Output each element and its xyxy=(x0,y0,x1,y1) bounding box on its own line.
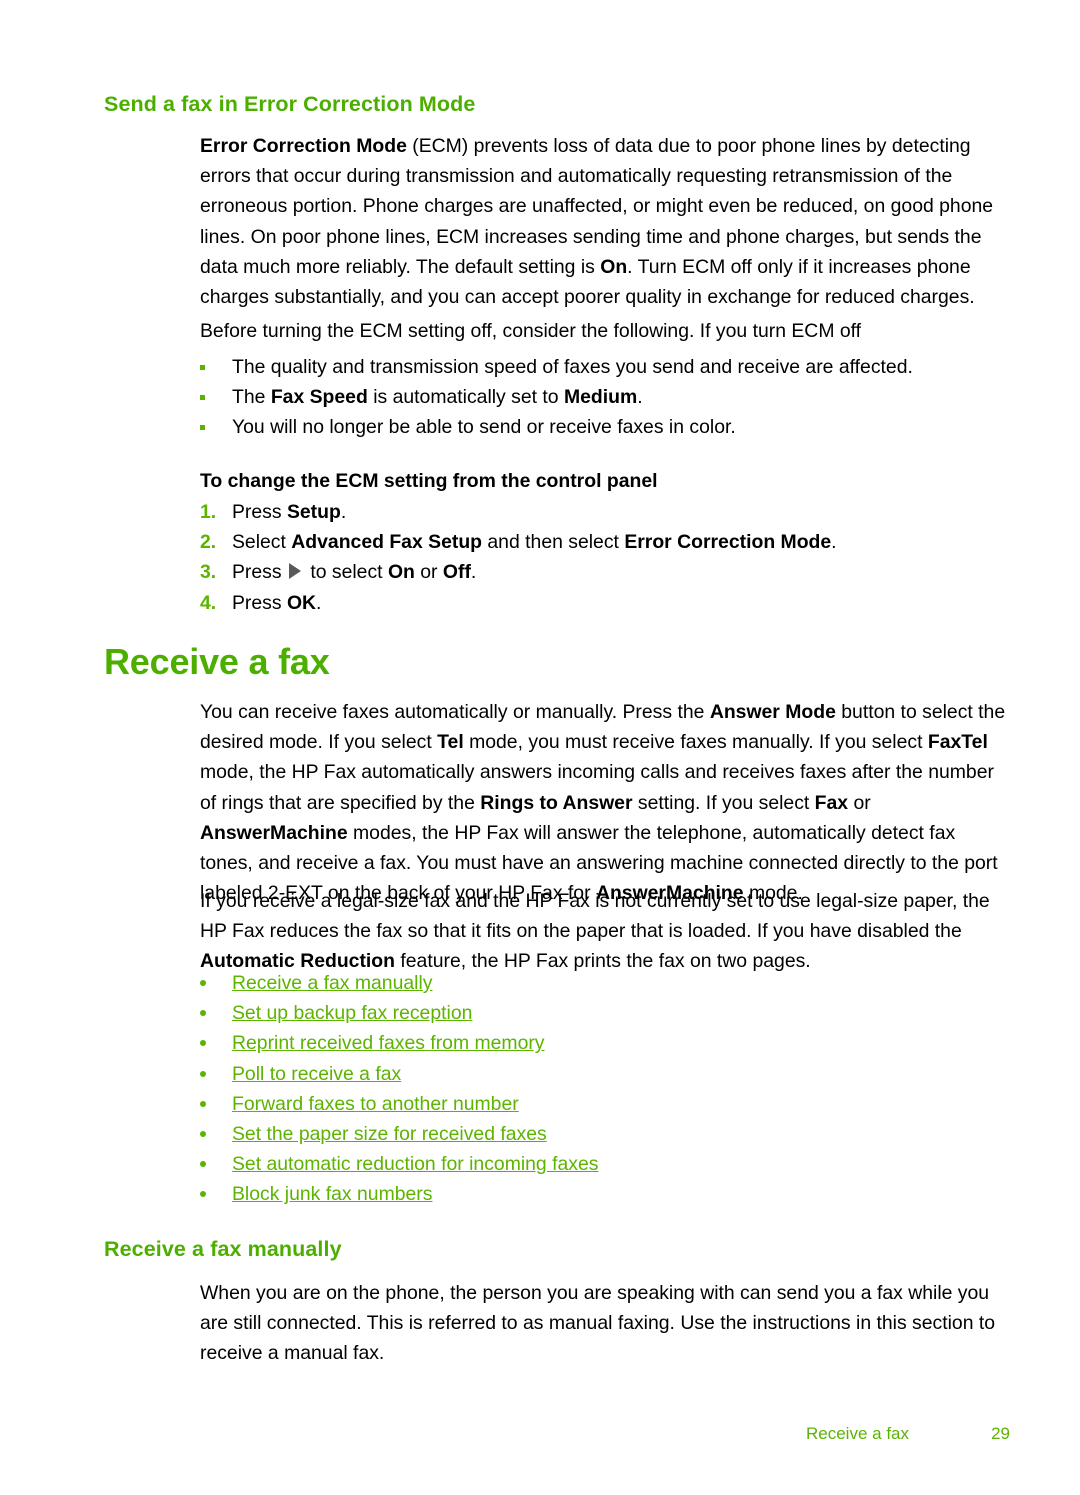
step-text-a: Press xyxy=(232,501,287,523)
bullet-bold-2: Medium xyxy=(563,386,638,409)
step-text-b: . xyxy=(340,501,347,523)
step-number: 4. xyxy=(200,591,217,614)
step-text-b: . xyxy=(316,591,322,614)
list-item: The Fax Speed is automatically set to Me… xyxy=(200,382,1012,412)
list-item: 2. Select Advanced Fax Setup and then se… xyxy=(200,527,1012,557)
step-text-b: or xyxy=(414,561,443,584)
rx-t3: mode, you must receive faxes manually. I… xyxy=(463,731,928,754)
list-item: 1. Press Setup. xyxy=(200,497,1012,527)
list-item: The quality and transmission speed of fa… xyxy=(200,352,1012,382)
footer-section-title: Receive a fax xyxy=(806,1424,909,1443)
step-bold-1: Advanced Fax Setup xyxy=(291,531,483,554)
rx-t1: You can receive faxes automatically or m… xyxy=(200,701,710,723)
rx2-t1: If you receive a legal-size fax and the … xyxy=(200,890,990,943)
link-set-automatic-reduction-for-incoming-faxes[interactable]: Set automatic reduction for incoming fax… xyxy=(232,1153,598,1175)
bold-on: On xyxy=(600,255,628,278)
list-item[interactable]: Forward faxes to another number xyxy=(200,1089,1012,1119)
bullet-text-a: The xyxy=(232,386,271,409)
paragraph-receive-modes: You can receive faxes automatically or m… xyxy=(200,697,1012,908)
bold-tel: Tel xyxy=(437,731,464,754)
step-bold-2: Error Correction Mode xyxy=(624,531,832,554)
bullet-bold-1: Fax Speed xyxy=(270,386,368,409)
step-arrow-lead: to select xyxy=(304,561,388,584)
rx-t5: setting. If you select xyxy=(632,791,815,814)
bullet-text-a: The quality and transmission speed of fa… xyxy=(232,356,913,378)
bold-answermachine-1: AnswerMachine xyxy=(200,821,348,844)
bullet-dot-icon xyxy=(200,1100,206,1107)
bold-rings-to-answer: Rings to Answer xyxy=(480,791,633,814)
bullet-dot-icon xyxy=(200,1010,206,1017)
step-text-b: and then select xyxy=(482,531,625,554)
procedure-steps-ecm: 1. Press Setup. 2. Select Advanced Fax S… xyxy=(200,497,1012,618)
bullet-text-c: . xyxy=(637,386,643,409)
step-bold-1: Setup xyxy=(286,501,341,523)
list-item[interactable]: Poll to receive a fax xyxy=(200,1059,1012,1089)
link-reprint-received-faxes-from-memory[interactable]: Reprint received faxes from memory xyxy=(232,1032,545,1054)
paragraph-before-turning-off: Before turning the ECM setting off, cons… xyxy=(200,320,862,342)
step-text-a: Press xyxy=(232,561,287,584)
list-item[interactable]: Receive a fax manually xyxy=(200,968,1012,998)
paragraph-legal-size-reduction: If you receive a legal-size fax and the … xyxy=(200,886,1012,977)
link-set-up-backup-fax-reception[interactable]: Set up backup fax reception xyxy=(232,1002,472,1024)
bold-error-correction-mode: Error Correction Mode xyxy=(200,135,407,157)
link-set-the-paper-size-for-received-faxes[interactable]: Set the paper size for received faxes xyxy=(232,1123,547,1145)
step-bold-1: On xyxy=(387,561,415,584)
paragraph-manual-faxing: When you are on the phone, the person yo… xyxy=(200,1282,996,1365)
step-text-c: . xyxy=(831,531,837,554)
related-topics-list: Receive a fax manually Set up backup fax… xyxy=(200,968,1012,1210)
bullet-text-a: You will no longer be able to send or re… xyxy=(232,416,736,439)
link-poll-to-receive-a-fax[interactable]: Poll to receive a fax xyxy=(232,1063,401,1085)
heading-receive-a-fax: Receive a fax xyxy=(104,641,330,682)
page-footer: Receive a fax 29 xyxy=(0,1424,1080,1450)
list-item[interactable]: Set automatic reduction for incoming fax… xyxy=(200,1149,1012,1179)
footer-page-number: 29 xyxy=(991,1424,1010,1443)
bold-faxtel: FaxTel xyxy=(927,731,988,754)
procedure-title-ecm: To change the ECM setting from the contr… xyxy=(200,470,658,492)
step-number: 3. xyxy=(200,561,217,584)
heading-receive-a-fax-manually: Receive a fax manually xyxy=(104,1237,342,1261)
list-item[interactable]: Set up backup fax reception xyxy=(200,998,1012,1028)
list-item: 4. Press OK. xyxy=(200,588,1012,618)
step-text-a: Select xyxy=(232,531,292,554)
bullet-dot-icon xyxy=(200,1130,206,1137)
right-arrow-icon xyxy=(288,563,301,580)
list-item[interactable]: Reprint received faxes from memory xyxy=(200,1028,1012,1058)
paragraph-ecm-overview: Error Correction Mode (ECM) prevents los… xyxy=(200,131,1012,312)
step-bold-1: OK xyxy=(286,591,317,614)
step-bold-2: Off xyxy=(442,561,471,584)
link-receive-a-fax-manually[interactable]: Receive a fax manually xyxy=(232,972,432,994)
list-item: You will no longer be able to send or re… xyxy=(200,412,1012,442)
bullet-text-b: is automatically set to xyxy=(367,386,564,409)
bullet-square-icon xyxy=(200,365,205,370)
bullet-square-icon xyxy=(200,425,205,431)
bullet-dot-icon xyxy=(200,1161,206,1168)
bullet-square-icon xyxy=(200,395,205,401)
step-number: 2. xyxy=(200,531,217,554)
bold-answer-mode: Answer Mode xyxy=(709,701,836,723)
step-text-a: Press xyxy=(232,591,287,614)
bullet-dot-icon xyxy=(200,1191,206,1198)
step-text-c: . xyxy=(470,561,477,584)
list-item: 3. Press to select On or Off. xyxy=(200,557,1012,587)
bullet-dot-icon xyxy=(200,1070,206,1077)
bullet-dot-icon xyxy=(200,980,206,986)
step-number: 1. xyxy=(200,501,217,523)
document-page: Send a fax in Error Correction Mode Erro… xyxy=(0,0,1080,1495)
ecm-consideration-list: The quality and transmission speed of fa… xyxy=(200,352,1012,443)
link-block-junk-fax-numbers[interactable]: Block junk fax numbers xyxy=(232,1183,432,1205)
heading-send-fax-ecm: Send a fax in Error Correction Mode xyxy=(104,92,476,116)
bullet-dot-icon xyxy=(200,1040,206,1047)
list-item[interactable]: Block junk fax numbers xyxy=(200,1179,1012,1209)
list-item[interactable]: Set the paper size for received faxes xyxy=(200,1119,1012,1149)
link-forward-faxes-to-another-number[interactable]: Forward faxes to another number xyxy=(232,1093,519,1115)
rx-t6: or xyxy=(848,791,871,814)
bold-fax: Fax xyxy=(814,791,849,814)
